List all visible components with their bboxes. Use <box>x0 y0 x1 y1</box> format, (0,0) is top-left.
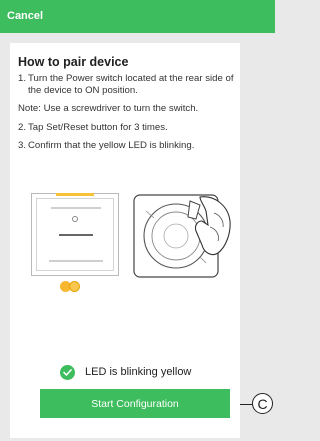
led-indicator-icon <box>72 216 78 222</box>
device-front-illustration <box>31 193 119 276</box>
blinking-led-icon <box>60 281 84 292</box>
led-dot <box>69 281 80 292</box>
step-item: 1. Turn the Power switch located at the … <box>18 73 236 97</box>
step-number: 2. <box>18 121 27 133</box>
device-label-bottom <box>49 260 103 262</box>
step-item: 3. Confirm that the yellow LED is blinki… <box>18 140 236 152</box>
step-item: 2. Tap Set/Reset button for 3 times. <box>18 122 236 134</box>
device-face <box>36 198 114 271</box>
step-number: 1. <box>18 73 27 84</box>
start-configuration-button[interactable]: Start Configuration <box>40 389 230 418</box>
top-bar: Cancel <box>0 0 275 33</box>
cancel-button[interactable]: Cancel <box>7 10 43 22</box>
device-slot <box>59 234 93 236</box>
step-number: 3. <box>18 139 27 151</box>
callout-badge: C <box>252 393 273 414</box>
device-label-top <box>51 207 101 209</box>
step-text: Tap Set/Reset button for 3 times. <box>28 121 168 133</box>
check-circle-icon <box>60 365 75 380</box>
step-text: Turn the Power switch located at the rea… <box>28 73 234 97</box>
led-glow <box>56 193 94 196</box>
step-text: Confirm that the yellow LED is blinking. <box>28 139 195 151</box>
step-list: 1. Turn the Power switch located at the … <box>18 73 236 158</box>
pairing-screen: Cancel How to pair device 1. Turn the Po… <box>0 0 275 441</box>
instruction-card: How to pair device 1. Turn the Power swi… <box>10 43 240 438</box>
device-back-illustration <box>130 191 234 281</box>
page-title: How to pair device <box>18 55 129 69</box>
note-text: Note: Use a screwdriver to turn the swit… <box>18 103 199 115</box>
status-text: LED is blinking yellow <box>85 366 192 378</box>
hand-screwdriver-icon <box>133 194 231 278</box>
